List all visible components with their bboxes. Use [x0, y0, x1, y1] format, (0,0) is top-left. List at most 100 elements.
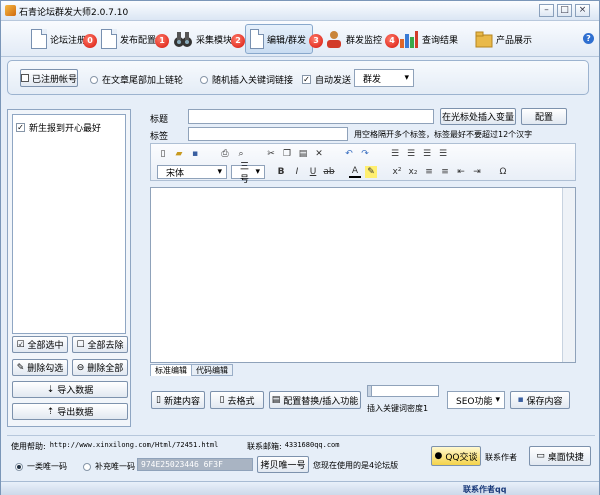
chevron-down-icon: ▾ — [495, 395, 500, 405]
save-icon[interactable]: ▪ — [189, 148, 201, 160]
seo-function-select[interactable]: SEO功能 ▾ — [447, 391, 505, 409]
delete-all-button[interactable]: ⊖ 删除全部 — [72, 359, 128, 376]
export-data-button[interactable]: ⇡ 导出数据 — [12, 403, 128, 420]
font-size-select[interactable]: 三号 ▾ — [231, 162, 265, 185]
paste-icon[interactable]: ▤ — [297, 148, 309, 160]
italic-icon[interactable]: I — [291, 166, 303, 178]
superscript-icon[interactable]: x² — [391, 166, 403, 178]
underline-icon[interactable]: U — [307, 166, 319, 178]
list-item[interactable]: ✓ 新生报到开心最好 — [16, 121, 125, 134]
keyword-density-slider[interactable] — [367, 385, 439, 397]
minimize-button[interactable]: – — [539, 4, 554, 17]
list-item-checkbox[interactable]: ✓ — [16, 123, 25, 132]
insert-variable-button[interactable]: 在光标处插入变量 — [440, 108, 516, 125]
clear-format-button[interactable]: ▯ 去格式 — [210, 391, 264, 409]
radio-chain-wheel[interactable] — [90, 75, 98, 84]
radio-supplement-code[interactable] — [83, 462, 91, 471]
editor-scrollbar[interactable] — [562, 188, 575, 362]
monitor-icon: ▭ — [536, 451, 545, 461]
app-icon — [5, 5, 16, 16]
unique-code-field[interactable]: 974E25023446 6F3F — [137, 458, 253, 471]
redo-icon[interactable]: ↷ — [359, 148, 371, 160]
slider-handle[interactable] — [368, 386, 372, 396]
settings-icon: ▤ — [271, 395, 281, 405]
open-folder-icon[interactable]: ▰ — [173, 148, 185, 160]
tab-standard-edit[interactable]: 标准编辑 — [150, 364, 192, 376]
option-chain-wheel[interactable]: 在文章尾部加上链轮 — [90, 73, 183, 86]
maximize-button[interactable]: □ — [557, 4, 572, 17]
tab-collect-module[interactable]: 采集模块 — [173, 24, 232, 54]
tab-code-edit[interactable]: 代码编辑 — [191, 364, 233, 376]
bold-icon[interactable]: B — [275, 166, 287, 178]
config-button[interactable]: 配置 — [521, 108, 567, 125]
tab-publish-config[interactable]: 发布配置 — [101, 24, 156, 54]
indent-icon[interactable]: ⇥ — [471, 166, 483, 178]
tab-query-results[interactable]: 查询结果 — [399, 24, 458, 54]
chevron-down-icon: ▾ — [255, 167, 260, 177]
qq-chat-button[interactable]: ● QQ交谈 — [431, 446, 481, 466]
font-color-icon[interactable]: A — [349, 166, 361, 178]
new-content-button[interactable]: ▯ 新建内容 — [151, 391, 205, 409]
align-right-icon[interactable]: ☰ — [421, 148, 433, 160]
document-icon — [101, 29, 117, 49]
content-list[interactable]: ✓ 新生报到开心最好 — [12, 114, 126, 334]
delete-checked-button[interactable]: ✎ 删除勾选 — [12, 359, 68, 376]
registered-accounts-button[interactable]: 已注册帐号 — [20, 69, 78, 87]
special-char-icon[interactable]: Ω — [497, 166, 509, 178]
tags-input[interactable] — [188, 127, 348, 141]
help-link-row: 使用帮助: http://www.xinxilong.com/Html/7245… — [11, 441, 219, 452]
copy-unique-code-button[interactable]: 拷贝唯一号 — [257, 456, 309, 473]
remove-all-icon: ☐ — [76, 339, 85, 350]
tags-label: 标签 — [150, 132, 169, 142]
footer-contact-text[interactable]: 联系作者qq — [463, 484, 506, 495]
editor-toolbar-row-1: ▯ ▰ ▪ ⎙ ⌕ ✂ ❐ ▤ ✕ ↶ ↷ ☰ ☰ ☰ ☰ — [157, 148, 449, 160]
select-all-icon: ☑ — [16, 339, 25, 350]
qq-penguin-icon: ● — [434, 451, 443, 461]
subscript-icon[interactable]: x₂ — [407, 166, 419, 178]
save-content-button[interactable]: ▪ 保存内容 — [510, 391, 570, 409]
align-left-icon[interactable]: ☰ — [389, 148, 401, 160]
replace-insert-config-button[interactable]: ▤ 配置替换/插入功能 — [269, 391, 361, 409]
contact-author-link[interactable]: 联系作者 — [485, 452, 517, 463]
email-value[interactable]: 4331680qq.com — [285, 441, 340, 452]
tab-forum-register[interactable]: 论坛注册 — [31, 24, 86, 54]
title-input[interactable] — [188, 109, 434, 124]
cut-icon[interactable]: ✂ — [265, 148, 277, 160]
align-center-icon[interactable]: ☰ — [405, 148, 417, 160]
tab-edit-send[interactable]: 编辑/群发 — [245, 24, 313, 54]
delete-icon[interactable]: ✕ — [313, 148, 325, 160]
close-button[interactable]: × — [575, 4, 590, 17]
print-icon[interactable]: ⎙ — [219, 148, 231, 160]
desktop-shortcut-button[interactable]: ▭ 桌面快捷 — [529, 446, 591, 466]
pencil-document-icon — [250, 29, 264, 49]
copy-icon[interactable]: ❐ — [281, 148, 293, 160]
highlight-icon[interactable]: ✎ — [365, 166, 377, 178]
justify-icon[interactable]: ☰ — [437, 148, 449, 160]
new-file-icon[interactable]: ▯ — [157, 148, 169, 160]
option-supplement-code[interactable]: 补充唯一码 — [83, 461, 135, 472]
mode-select[interactable]: 群发 ▾ — [354, 69, 414, 87]
remove-all-button[interactable]: ☐ 全部去除 — [72, 336, 128, 353]
undo-icon[interactable]: ↶ — [343, 148, 355, 160]
outdent-icon[interactable]: ⇤ — [455, 166, 467, 178]
option-auto-send[interactable]: ✓ 自动发送 — [302, 73, 351, 86]
ordered-list-icon[interactable]: ≡ — [423, 166, 435, 178]
chevron-down-icon: ▾ — [404, 73, 409, 83]
save-icon: ▪ — [517, 395, 524, 405]
radio-primary-code[interactable] — [15, 462, 23, 471]
font-family-select[interactable]: 宋体 ▾ — [157, 165, 227, 179]
strikethrough-icon[interactable]: ab — [323, 166, 335, 178]
radio-random-keyword[interactable] — [200, 75, 208, 84]
tab-product-showcase[interactable]: 产品展示 — [475, 24, 532, 54]
help-url-link[interactable]: http://www.xinxilong.com/Html/72451.html — [50, 441, 219, 452]
tab-send-monitor[interactable]: 群发监控 — [325, 24, 382, 54]
import-data-button[interactable]: ⇣ 导入数据 — [12, 381, 128, 398]
option-random-keyword[interactable]: 随机插入关键词链接 — [200, 73, 293, 86]
unordered-list-icon[interactable]: ≡ — [439, 166, 451, 178]
checkbox-auto-send[interactable]: ✓ — [302, 75, 311, 84]
content-list-panel: ✓ 新生报到开心最好 ☑ 全部选中 ☐ 全部去除 ✎ 删除勾选 ⊖ 删除全部 ⇣ 导入数据… — [7, 109, 131, 427]
select-all-button[interactable]: ☑ 全部选中 — [12, 336, 68, 353]
content-editor[interactable] — [150, 187, 576, 363]
option-primary-code[interactable]: 一类唯一码 — [15, 461, 67, 472]
help-icon[interactable]: ? — [583, 33, 594, 44]
